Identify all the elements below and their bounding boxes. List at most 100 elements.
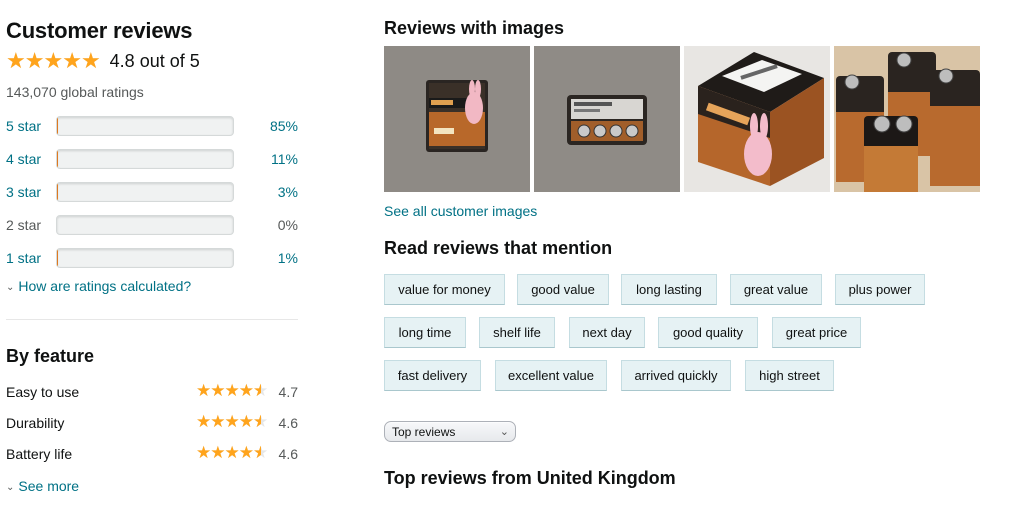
feature-name: Easy to use — [6, 384, 80, 400]
histogram-bar — [56, 215, 234, 235]
star-fill: ★ — [24, 50, 45, 72]
histogram-bar-fill — [57, 117, 58, 134]
feature-row-durability: Durability ★★★★★★★★★★ 4.6 — [6, 413, 298, 433]
how-ratings-calculated-link[interactable]: ⌄ How are ratings calculated? — [6, 278, 191, 294]
histogram-label[interactable]: 4 star — [6, 151, 56, 167]
star-fill: ★ — [196, 444, 212, 461]
mention-chip[interactable]: arrived quickly — [621, 360, 731, 391]
star-fill: ★ — [210, 382, 226, 399]
star-icon: ★★ — [6, 48, 26, 73]
battery-terminals-photo — [534, 46, 680, 192]
star-icon: ★★ — [253, 412, 269, 431]
histogram-row-3[interactable]: 3 star 3% — [6, 182, 298, 202]
star-fill: ★ — [253, 444, 261, 461]
mention-chip[interactable]: long time — [384, 317, 466, 348]
rating-text: 4.8 out of 5 — [109, 50, 200, 71]
histogram-percent[interactable]: 1% — [234, 250, 298, 266]
feature-name: Battery life — [6, 446, 73, 462]
sort-selected-value: Top reviews — [392, 424, 456, 439]
by-feature-heading: By feature — [6, 346, 95, 366]
average-stars: ★ ★ ★ ★ ★ ★ ★ ★ ★ ★ — [6, 48, 101, 73]
histogram-percent[interactable]: 11% — [234, 151, 298, 167]
star-icon: ★★ — [62, 48, 82, 73]
review-image[interactable] — [384, 46, 530, 192]
read-reviews-that-mention-heading: Read reviews that mention — [384, 238, 613, 258]
histogram-label[interactable]: 1 star — [6, 250, 56, 266]
star-fill: ★ — [253, 382, 261, 399]
mention-chip[interactable]: plus power — [835, 274, 925, 305]
feature-rating: 4.6 — [278, 415, 298, 431]
mention-chip[interactable]: shelf life — [479, 317, 555, 348]
mention-chip[interactable]: next day — [569, 317, 645, 348]
see-more-label[interactable]: See more — [18, 478, 79, 494]
feature-stars: ★★★★★★★★★★ — [196, 443, 269, 462]
feature-rating: 4.7 — [278, 384, 298, 400]
feature-stars: ★★★★★★★★★★ — [196, 412, 269, 431]
mention-chip[interactable]: value for money — [384, 274, 505, 305]
histogram-label[interactable]: 5 star — [6, 118, 56, 134]
histogram-bar[interactable] — [56, 182, 234, 202]
star-fill: ★ — [62, 50, 82, 72]
histogram-row-4[interactable]: 4 star 11% — [6, 149, 298, 169]
star-icon: ★★ — [253, 443, 269, 462]
mention-chip[interactable]: excellent value — [495, 360, 607, 391]
chevron-down-icon: ⌄ — [499, 426, 509, 438]
battery-box-photo — [684, 46, 830, 192]
star-icon: ★★ — [210, 443, 226, 462]
review-image[interactable] — [534, 46, 680, 192]
star-fill: ★ — [210, 413, 226, 430]
star-fill: ★ — [224, 444, 240, 461]
histogram-bar-fill — [57, 249, 58, 266]
star-icon: ★★ — [43, 48, 64, 73]
mention-chip[interactable]: great price — [772, 317, 861, 348]
feature-name: Durability — [6, 415, 65, 431]
customer-reviews-heading: Customer reviews — [6, 18, 193, 43]
histogram-percent[interactable]: 85% — [234, 118, 298, 134]
star-fill: ★ — [224, 382, 240, 399]
star-fill: ★ — [238, 382, 254, 399]
chevron-down-icon: ⌄ — [6, 282, 15, 293]
mention-chip[interactable]: good value — [517, 274, 609, 305]
star-fill: ★ — [210, 444, 226, 461]
sort-reviews-dropdown[interactable]: Top reviews ⌄ — [384, 421, 516, 442]
star-icon: ★★ — [238, 443, 254, 462]
histogram-row-5[interactable]: 5 star 85% — [6, 116, 298, 136]
histogram-bar[interactable] — [56, 248, 234, 268]
how-ratings-calculated-label[interactable]: How are ratings calculated? — [18, 278, 191, 294]
chevron-down-icon: ⌄ — [6, 482, 15, 493]
review-image[interactable] — [834, 46, 980, 192]
histogram-percent[interactable]: 3% — [234, 184, 298, 200]
star-fill: ★ — [238, 444, 254, 461]
star-icon: ★★ — [210, 412, 226, 431]
nine-volt-batteries-photo — [834, 46, 980, 192]
star-fill: ★ — [80, 50, 101, 72]
mention-chip[interactable]: great value — [730, 274, 822, 305]
histogram-row-1[interactable]: 1 star 1% — [6, 248, 298, 268]
histogram-label[interactable]: 3 star — [6, 184, 56, 200]
star-icon: ★★ — [253, 381, 269, 400]
histogram-label: 2 star — [6, 217, 42, 233]
star-fill: ★ — [43, 50, 64, 72]
star-fill: ★ — [238, 413, 254, 430]
histogram-percent: 0% — [277, 217, 298, 233]
star-icon: ★★ — [238, 412, 254, 431]
histogram-row-2: 2 star 0% — [6, 215, 298, 235]
star-icon: ★★ — [196, 412, 212, 431]
mention-chip[interactable]: fast delivery — [384, 360, 481, 391]
mention-chip[interactable]: good quality — [658, 317, 758, 348]
star-icon: ★★ — [224, 412, 240, 431]
star-icon: ★★ — [24, 48, 45, 73]
mention-chip[interactable]: long lasting — [621, 274, 717, 305]
histogram-bar[interactable] — [56, 116, 234, 136]
reviews-with-images-heading: Reviews with images — [384, 18, 565, 38]
histogram-bar-fill — [57, 150, 58, 167]
mention-chip[interactable]: high street — [745, 360, 834, 391]
feature-row-battery-life: Battery life ★★★★★★★★★★ 4.6 — [6, 444, 298, 464]
histogram-bar[interactable] — [56, 149, 234, 169]
rating-summary: ★ ★ ★ ★ ★ ★ ★ ★ ★ ★ 4.8 out of 5 — [6, 50, 200, 72]
see-more-features-link[interactable]: ⌄ See more — [6, 478, 79, 494]
see-all-customer-images-link[interactable]: See all customer images — [384, 203, 537, 219]
feature-rating: 4.6 — [278, 446, 298, 462]
review-image[interactable] — [684, 46, 830, 192]
battery-package-photo — [384, 46, 530, 192]
